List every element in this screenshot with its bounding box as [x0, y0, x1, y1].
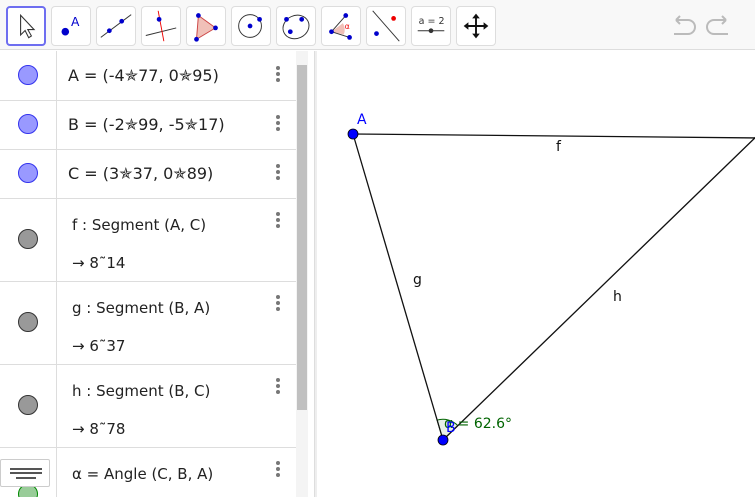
- more-options-icon[interactable]: [276, 378, 282, 396]
- visibility-toggle[interactable]: [18, 114, 38, 134]
- perpendicular-line-tool-button[interactable]: [141, 6, 181, 46]
- slider-tool-button[interactable]: a = 2: [411, 6, 451, 46]
- algebra-item-C[interactable]: C = (3✯37, 0✯89): [0, 150, 296, 199]
- perpendicular-line-icon: [145, 10, 177, 42]
- redo-icon: [706, 15, 728, 35]
- point-B[interactable]: [437, 434, 449, 446]
- visibility-toggle[interactable]: [18, 395, 38, 415]
- more-options-icon[interactable]: [276, 461, 282, 479]
- visibility-toggle[interactable]: [18, 163, 38, 183]
- algebra-item-h[interactable]: h : Segment (B, C) → 8˜78: [0, 365, 296, 448]
- more-options-icon[interactable]: [276, 66, 282, 84]
- algebra-view: A = (-4✯77, 0✯95) B = (-2✯99, -5✯17) C =…: [0, 51, 296, 497]
- arrow-cursor-icon: [20, 13, 36, 39]
- more-options-icon[interactable]: [276, 212, 282, 230]
- circle-tool-button[interactable]: [231, 6, 271, 46]
- label-g: g: [413, 272, 422, 288]
- visibility-toggle[interactable]: [18, 229, 38, 249]
- more-options-icon[interactable]: [276, 164, 282, 182]
- algebra-item-B[interactable]: B = (-2✯99, -5✯17): [0, 101, 296, 150]
- line-icon: [100, 14, 132, 38]
- svg-text:α: α: [345, 22, 350, 31]
- point-tool-button[interactable]: A: [51, 6, 91, 46]
- scrollbar-thumb[interactable]: [297, 65, 307, 410]
- segment-g[interactable]: [352, 133, 444, 441]
- algebra-item-value: → 8˜78: [72, 420, 126, 438]
- algebra-item-text[interactable]: h : Segment (B, C): [72, 382, 210, 400]
- polygon-tool-button[interactable]: [186, 6, 226, 46]
- algebra-item-text[interactable]: B = (-2✯99, -5✯17): [68, 115, 225, 134]
- move-arrows-icon: [463, 13, 489, 39]
- algebra-scrollbar[interactable]: [296, 51, 308, 497]
- point-icon: A: [61, 15, 80, 36]
- graphics-view[interactable]: A f g h α = 62.6° B: [318, 51, 755, 497]
- line-tool-button[interactable]: [96, 6, 136, 46]
- label-B: B: [446, 420, 456, 436]
- conic-tool-button[interactable]: [276, 6, 316, 46]
- undo-icon: [674, 15, 696, 35]
- angle-icon: α: [329, 13, 352, 40]
- algebra-item-text[interactable]: C = (3✯37, 0✯89): [68, 164, 213, 183]
- move-tool-button[interactable]: [6, 6, 46, 46]
- algebra-item-text[interactable]: f : Segment (A, C): [72, 216, 206, 234]
- angle-tool-button[interactable]: α: [321, 6, 361, 46]
- move-graphics-view-button[interactable]: [456, 6, 496, 46]
- algebra-item-g[interactable]: g : Segment (B, A) → 6˜37: [0, 282, 296, 365]
- circle-icon: [238, 14, 262, 38]
- more-options-icon[interactable]: [276, 115, 282, 133]
- segment-f[interactable]: [352, 133, 755, 139]
- algebra-item-text[interactable]: α = Angle (C, B, A): [72, 465, 213, 483]
- reflect-tool-button[interactable]: [366, 6, 406, 46]
- label-A: A: [357, 112, 367, 128]
- algebra-item-text[interactable]: g : Segment (B, A): [72, 299, 210, 317]
- keyboard-icon: [10, 468, 42, 479]
- algebra-item-f[interactable]: f : Segment (A, C) → 8˜14: [0, 199, 296, 282]
- view-divider[interactable]: [314, 51, 317, 497]
- point-A[interactable]: [347, 128, 359, 140]
- conic-icon: [282, 14, 310, 40]
- svg-text:A: A: [71, 15, 80, 29]
- keyboard-toggle-button[interactable]: [0, 459, 50, 487]
- algebra-item-A[interactable]: A = (-4✯77, 0✯95): [0, 51, 296, 101]
- reflect-icon: [372, 10, 400, 42]
- toolbar: A α a = 2: [0, 0, 755, 50]
- visibility-toggle[interactable]: [18, 65, 38, 85]
- label-h: h: [613, 289, 622, 305]
- algebra-item-value: → 8˜14: [72, 254, 126, 272]
- more-options-icon[interactable]: [276, 295, 282, 313]
- redo-button[interactable]: [704, 12, 734, 40]
- svg-text:a = 2: a = 2: [419, 16, 445, 27]
- segment-h[interactable]: [442, 133, 755, 441]
- slider-icon: a = 2: [417, 16, 445, 34]
- polygon-icon: [194, 13, 218, 42]
- label-f: f: [556, 139, 562, 155]
- algebra-item-value: → 6˜37: [72, 337, 126, 355]
- visibility-toggle[interactable]: [18, 312, 38, 332]
- algebra-item-text[interactable]: A = (-4✯77, 0✯95): [68, 66, 219, 85]
- undo-button[interactable]: [668, 12, 698, 40]
